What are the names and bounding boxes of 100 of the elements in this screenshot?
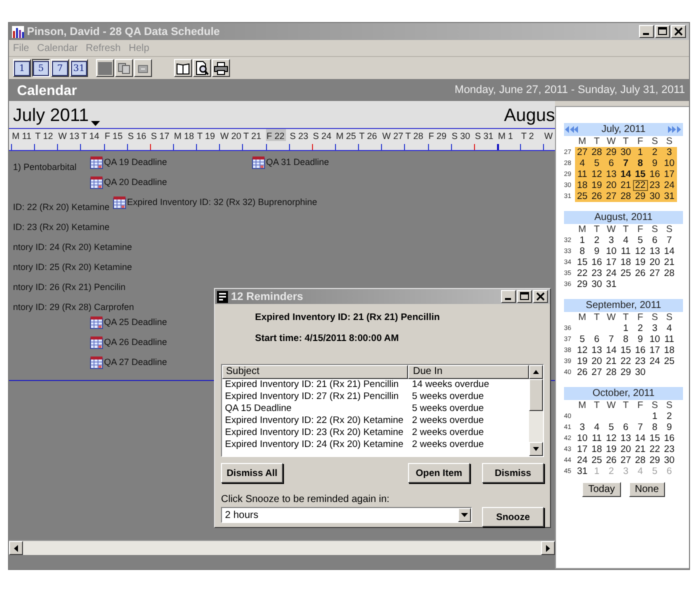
event-label[interactable]: ntory ID: 26 (Rx 21) Pencilin [13, 281, 126, 294]
calendar-day[interactable]: 16 [662, 433, 676, 444]
calendar-day[interactable]: 31 [604, 279, 618, 290]
calendar-day[interactable]: 27 [575, 147, 590, 158]
calendar-day[interactable]: 28 [590, 147, 604, 158]
table-cell[interactable]: Expired Inventory ID: 27 (Rx 21) Pencillin [222, 391, 408, 403]
calendar-day[interactable]: 28 [662, 268, 676, 279]
day-label[interactable]: T 21 [242, 129, 262, 141]
calendar-day[interactable]: 1 [633, 147, 648, 158]
calendar-day[interactable]: 19 [590, 180, 604, 191]
scroll-up-button[interactable] [529, 365, 543, 379]
view-button[interactable]: 1 [13, 59, 31, 77]
calendar-day[interactable]: 16 [590, 257, 604, 268]
calendar-day[interactable]: 24 [648, 356, 662, 367]
day-label[interactable]: S 23 [288, 129, 310, 141]
calendar-day[interactable]: 30 [648, 191, 662, 202]
minimize-button[interactable] [501, 290, 516, 303]
view-button[interactable]: 31 [70, 59, 88, 77]
day-label[interactable]: F 15 [104, 129, 124, 141]
calendar-day[interactable]: 24 [575, 455, 590, 466]
scroll-right-button[interactable] [541, 541, 555, 555]
calendar-day[interactable]: 12 [633, 246, 648, 257]
calendar-day[interactable]: 3 [648, 323, 662, 334]
printer-icon[interactable] [212, 59, 230, 77]
calendar-day[interactable]: 19 [575, 356, 590, 367]
day-label[interactable]: T 19 [196, 129, 216, 141]
day-label[interactable]: W 20 [219, 129, 242, 141]
event-label[interactable]: 1) Pentobarbital [13, 161, 77, 174]
calendar-day[interactable]: 17 [575, 444, 590, 455]
calendar-day[interactable]: 29 [604, 147, 618, 158]
calendar-day[interactable]: 7 [662, 235, 676, 246]
calendar-day[interactable]: 20 [618, 444, 633, 455]
calendar-day[interactable]: 18 [575, 180, 590, 191]
calendar-day[interactable]: 28 [618, 191, 633, 202]
table-cell[interactable]: Expired Inventory ID: 22 (Rx 20) Ketamine [222, 415, 408, 427]
day-label[interactable]: T 26 [358, 129, 378, 141]
column-header[interactable]: Subject [222, 365, 408, 379]
calendar-day[interactable]: 6 [618, 422, 633, 433]
calendar-day[interactable]: 12 [604, 433, 618, 444]
calendar-day[interactable]: 24 [662, 180, 676, 191]
snooze-button[interactable]: Snooze [482, 507, 544, 527]
calendar-day[interactable]: 2 [648, 147, 662, 158]
calendar-day[interactable]: 9 [648, 158, 662, 169]
book-icon[interactable] [174, 59, 192, 77]
calendar-day[interactable]: 13 [604, 169, 618, 180]
event-label[interactable]: ID: 22 (Rx 20) Ketamine [13, 201, 110, 214]
calendar-day[interactable]: 11 [590, 433, 604, 444]
calendar-day[interactable]: 30 [662, 455, 676, 466]
copy-icon[interactable] [115, 59, 133, 77]
event-label[interactable]: ntory ID: 24 (Rx 20) Ketamine [13, 241, 132, 254]
calendar-day[interactable]: 5 [590, 158, 604, 169]
calendar-day[interactable]: 23 [648, 180, 662, 191]
calendar-day[interactable]: 25 [618, 268, 633, 279]
calendar-day[interactable]: 24 [604, 268, 618, 279]
close-button[interactable] [671, 25, 686, 38]
calendar-day[interactable]: 3 [662, 147, 676, 158]
calendar-day[interactable]: 31 [575, 466, 590, 477]
day-label[interactable]: T 12 [34, 129, 54, 141]
calendar-day[interactable]: 21 [618, 180, 633, 191]
calendar-day[interactable]: 20 [604, 180, 618, 191]
calendar-day[interactable]: 8 [618, 334, 633, 345]
calendar-day[interactable]: 28 [604, 367, 618, 378]
calendar-day[interactable]: 25 [590, 455, 604, 466]
calendar-day[interactable]: 26 [633, 268, 648, 279]
calendar-day[interactable]: 15 [575, 257, 590, 268]
calendar-day[interactable]: 27 [590, 367, 604, 378]
calendar-day[interactable]: 17 [662, 169, 676, 180]
calendar-day[interactable]: 29 [648, 455, 662, 466]
open-item-button[interactable]: Open Item [408, 463, 470, 483]
calendar-day[interactable]: 15 [648, 433, 662, 444]
calendar-day[interactable]: 22 [648, 444, 662, 455]
calendar-day[interactable]: 21 [662, 257, 676, 268]
day-label[interactable]: S 16 [126, 129, 148, 141]
calendar-day[interactable]: 22 [575, 268, 590, 279]
calendar-day[interactable]: 20 [590, 356, 604, 367]
calendar-day[interactable]: 4 [662, 323, 676, 334]
dismiss-button[interactable]: Dismiss [482, 463, 544, 483]
calendar-day[interactable]: 27 [618, 455, 633, 466]
table-cell[interactable]: Expired Inventory ID: 21 (Rx 21) Pencillin [222, 379, 408, 391]
day-label[interactable]: F 22 [266, 129, 286, 141]
calendar-day[interactable]: 16 [633, 345, 648, 356]
calendar-day[interactable]: 25 [662, 356, 676, 367]
calendar-day[interactable]: 15 [633, 169, 648, 180]
calendar-day[interactable]: 12 [575, 345, 590, 356]
day-label[interactable]: F 29 [428, 129, 448, 141]
calendar-day[interactable]: 5 [575, 334, 590, 345]
calendar-day[interactable]: 9 [662, 422, 676, 433]
calendar-day[interactable]: 1 [648, 411, 662, 422]
calendar-day[interactable]: 19 [604, 444, 618, 455]
calendar-day[interactable]: 22 [618, 356, 633, 367]
calendar-day[interactable]: 9 [590, 246, 604, 257]
event-label[interactable]: Expired Inventory ID: 32 (Rx 32) Buprenorphine [127, 196, 318, 209]
scroll-left-button[interactable] [9, 541, 23, 555]
snooze-dropdown[interactable]: 2 hours [221, 507, 472, 523]
day-label[interactable]: T 2 [520, 129, 535, 141]
calendar-day[interactable]: 14 [618, 169, 633, 180]
calendar-day[interactable]: 29 [633, 191, 648, 202]
print-preview-icon[interactable] [193, 59, 211, 77]
calendar-day[interactable]: 10 [662, 158, 676, 169]
table-cell[interactable]: QA 15 Deadline [222, 403, 408, 415]
